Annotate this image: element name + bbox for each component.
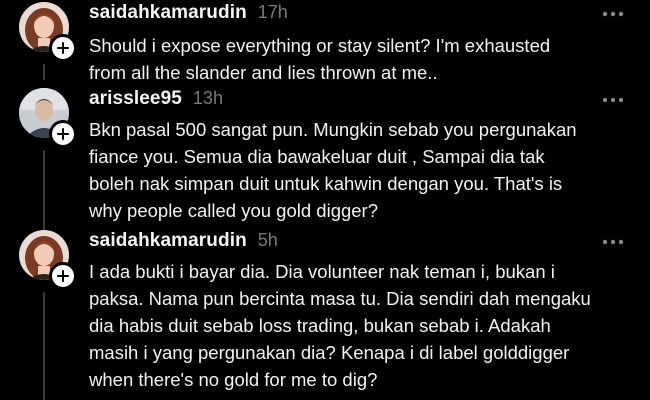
post-text-line: paksa. Nama pun bercinta masa tu. Dia se… — [89, 288, 591, 309]
post-text-line: boleh nak simpan duit untuk kahwin denga… — [89, 173, 563, 194]
post-header: arisslee95 13h — [89, 88, 223, 114]
thread-post: saidahkamarudin 5h I ada bukti i bayar d… — [0, 230, 650, 400]
more-options-button[interactable] — [596, 92, 630, 108]
username[interactable]: saidahkamarudin — [89, 2, 247, 24]
avatar-container[interactable] — [19, 2, 77, 62]
follow-button[interactable] — [49, 120, 77, 148]
post-text-line: dia habis duit sebab loss trading, bukan… — [89, 315, 551, 336]
follow-button[interactable] — [49, 262, 77, 290]
username[interactable]: arisslee95 — [89, 88, 182, 110]
post-text-line: from all the slander and lies thrown at … — [89, 62, 438, 83]
thread-post: saidahkamarudin 17h Should i expose ever… — [0, 2, 650, 83]
post-body: Bkn pasal 500 sangat pun. Mungkin sebab … — [89, 116, 634, 224]
follow-button[interactable] — [49, 34, 77, 62]
more-options-button[interactable] — [596, 234, 630, 250]
post-text-line: Bkn pasal 500 sangat pun. Mungkin sebab … — [89, 119, 577, 140]
avatar-container[interactable] — [19, 88, 77, 148]
post-text-line: Should i expose everything or stay silen… — [89, 35, 551, 56]
post-text-line: when there's no gold for me to dig? — [89, 369, 378, 390]
plus-icon — [57, 128, 69, 140]
timestamp: 5h — [257, 230, 278, 250]
post-text-line: fiance you. Semua dia bawakeluar duit , … — [89, 146, 545, 167]
avatar-container[interactable] — [19, 230, 77, 290]
more-horizontal-icon — [602, 97, 624, 103]
plus-icon — [57, 42, 69, 54]
plus-icon — [57, 270, 69, 282]
thread-post: arisslee95 13h Bkn pasal 500 sangat pun.… — [0, 88, 650, 228]
more-horizontal-icon — [602, 11, 624, 17]
timestamp: 13h — [192, 88, 223, 108]
post-text-line: masih i yang pergunakan dia? Kenapa i di… — [89, 342, 570, 363]
post-body: Should i expose everything or stay silen… — [89, 32, 634, 86]
more-options-button[interactable] — [596, 6, 630, 22]
more-horizontal-icon — [602, 239, 624, 245]
post-body: I ada bukti i bayar dia. Dia volunteer n… — [89, 258, 634, 393]
post-header: saidahkamarudin 5h — [89, 230, 278, 256]
post-header: saidahkamarudin 17h — [89, 2, 288, 28]
post-text-line: why people called you gold digger? — [89, 200, 379, 221]
post-text-line: I ada bukti i bayar dia. Dia volunteer n… — [89, 261, 555, 282]
timestamp: 17h — [257, 2, 288, 22]
username[interactable]: saidahkamarudin — [89, 230, 247, 252]
